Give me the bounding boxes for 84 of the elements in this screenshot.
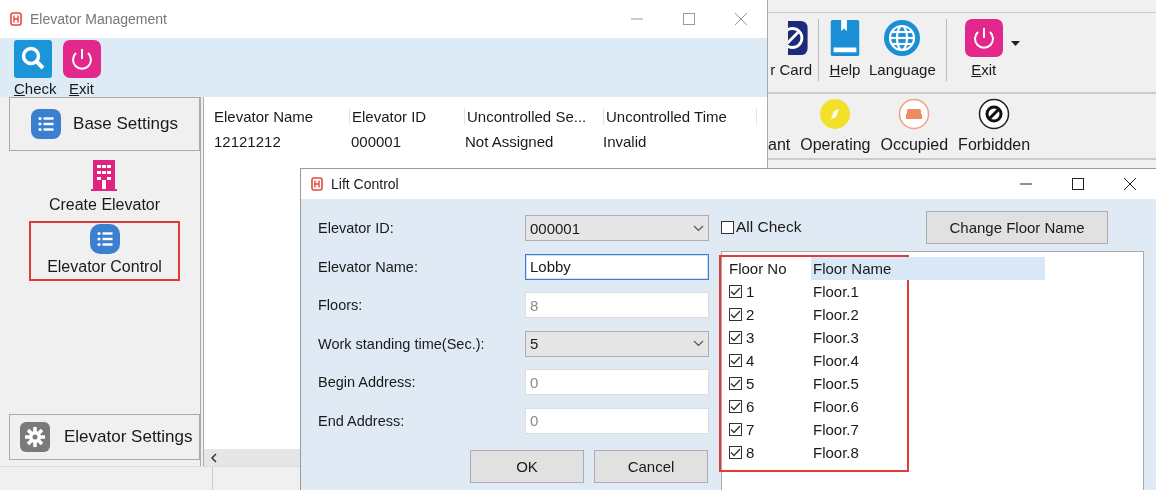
table-cell: 2 bbox=[746, 306, 755, 323]
legend-label: ant bbox=[768, 136, 791, 154]
field-label: Begin Address: bbox=[318, 374, 417, 391]
dropdown[interactable]: 5 bbox=[525, 330, 709, 357]
toolbar-button[interactable]: r Card bbox=[768, 19, 812, 78]
change-floor-name-button[interactable]: Change Floor Name bbox=[926, 210, 1108, 244]
field-label: Work standing time(Sec.): bbox=[318, 335, 486, 352]
ok-button[interactable]: OK bbox=[470, 450, 584, 483]
table-cell-text: Floor.2 bbox=[812, 306, 860, 323]
sidebar-item[interactable]: Create Elevator bbox=[30, 153, 179, 219]
toolbar-button[interactable]: Exit bbox=[960, 19, 1007, 78]
legend-label: Operating bbox=[800, 136, 871, 154]
caret-icon[interactable] bbox=[1010, 41, 1020, 47]
field-label: Floors: bbox=[318, 297, 364, 314]
chevron-down-icon bbox=[693, 224, 704, 232]
all-check-checkbox[interactable]: All Check bbox=[721, 218, 802, 236]
close-icon[interactable] bbox=[1124, 178, 1136, 190]
table-cell-text: Invalid bbox=[602, 133, 648, 150]
table-cell-text: Floor.6 bbox=[812, 398, 860, 415]
search-icon bbox=[14, 40, 52, 78]
compass-icon bbox=[819, 98, 852, 130]
list-icon bbox=[89, 224, 120, 254]
section-button[interactable]: Base Settings bbox=[9, 97, 200, 151]
cancel-button[interactable]: Cancel bbox=[594, 450, 708, 483]
field-label: Elevator ID: bbox=[318, 220, 395, 237]
column-header[interactable]: Elevator Name bbox=[212, 108, 350, 125]
table-cell: 3 bbox=[746, 329, 755, 346]
column-header[interactable]: Uncontrolled Time bbox=[604, 108, 757, 125]
maximize-icon[interactable] bbox=[1072, 178, 1084, 190]
field-label: End Address: bbox=[318, 412, 406, 429]
checkbox[interactable] bbox=[729, 354, 742, 367]
globe-icon bbox=[883, 19, 922, 57]
section-button[interactable]: Elevator Settings bbox=[9, 414, 200, 460]
table-cell-text: Floor.7 bbox=[812, 421, 860, 438]
checkbox[interactable] bbox=[721, 220, 734, 234]
forbidden-icon bbox=[978, 98, 1011, 130]
table-cell-text: Floor.1 bbox=[812, 283, 860, 300]
checkbox[interactable] bbox=[729, 400, 742, 413]
table-cell: 5 bbox=[746, 375, 755, 392]
table-cell: 6 bbox=[746, 398, 755, 415]
column-header[interactable]: Uncontrolled Se... bbox=[465, 108, 604, 125]
logo-icon bbox=[10, 12, 22, 26]
table-cell-text: 12121212 bbox=[213, 133, 282, 150]
column-header[interactable]: Floor Name bbox=[811, 257, 905, 280]
checkbox[interactable] bbox=[729, 331, 742, 344]
table-cell-text: Floor.5 bbox=[812, 375, 860, 392]
logo-icon bbox=[311, 177, 323, 191]
toolbar-button[interactable]: Help bbox=[825, 19, 865, 78]
window-title: Lift Control bbox=[331, 176, 399, 192]
bed-icon bbox=[898, 98, 931, 130]
legend-label: Occupied bbox=[880, 136, 949, 154]
table-cell-text: 000001 bbox=[350, 133, 403, 150]
table-cell-text: Floor.3 bbox=[812, 329, 860, 346]
table-cell-text: Floor.4 bbox=[812, 352, 860, 369]
scrollbar[interactable] bbox=[204, 449, 302, 466]
chevron-down-icon bbox=[693, 340, 704, 348]
column-header[interactable]: Elevator ID bbox=[350, 108, 465, 125]
gear-icon bbox=[20, 422, 50, 452]
window-title: Elevator Management bbox=[30, 11, 167, 27]
book-icon bbox=[829, 19, 861, 57]
table-cell: 7 bbox=[746, 421, 755, 438]
checkbox[interactable] bbox=[729, 285, 742, 298]
table-cell-text: Not Assigned bbox=[464, 133, 555, 150]
field-label: Elevator Name: bbox=[318, 258, 419, 275]
power-icon bbox=[964, 19, 1003, 57]
power-icon bbox=[62, 40, 101, 78]
scroll-left-icon[interactable] bbox=[210, 452, 218, 463]
legend-label: Forbidden bbox=[958, 136, 1031, 154]
checkbox[interactable] bbox=[729, 423, 742, 436]
toolbar-button[interactable]: Exit bbox=[60, 40, 103, 97]
table-cell-text: Floor.8 bbox=[812, 444, 860, 461]
input-field[interactable]: Lobby bbox=[525, 253, 709, 280]
checkbox[interactable] bbox=[729, 377, 742, 390]
table-cell: 1 bbox=[746, 283, 755, 300]
column-header[interactable]: Floor No bbox=[721, 260, 811, 277]
toolbar-button[interactable]: Language bbox=[865, 19, 940, 78]
sidebar-item[interactable]: Elevator Control bbox=[29, 221, 180, 281]
list-icon bbox=[31, 109, 62, 139]
checkbox[interactable] bbox=[729, 446, 742, 459]
table-cell: 8 bbox=[746, 444, 755, 461]
dropdown[interactable]: 000001 bbox=[525, 215, 709, 242]
checkbox[interactable] bbox=[729, 308, 742, 321]
toolbar-button[interactable]: Check bbox=[12, 40, 59, 97]
table-cell: 4 bbox=[746, 352, 755, 369]
